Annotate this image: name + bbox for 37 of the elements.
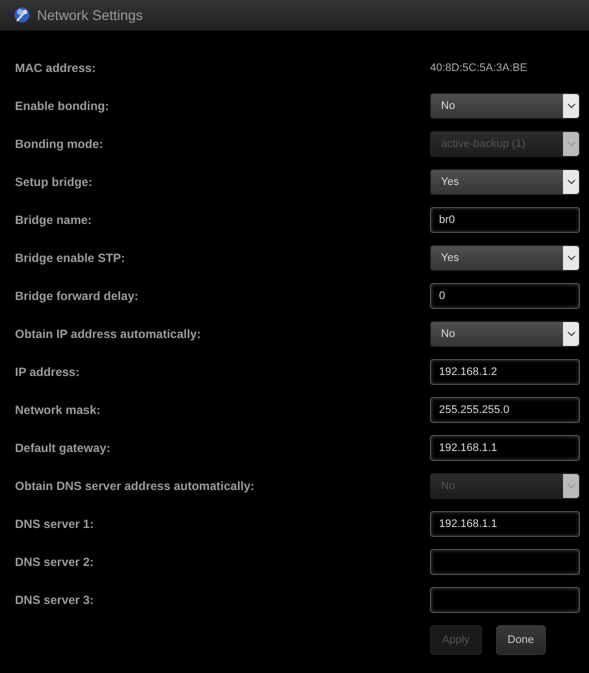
- chevron-down-icon: [566, 255, 576, 261]
- chevron-down-icon: [566, 483, 576, 489]
- settings-icon: [14, 7, 30, 23]
- field-label: DNS server 2:: [15, 554, 94, 571]
- field-label: Bridge name:: [15, 212, 92, 229]
- field-label: Bonding mode:: [15, 136, 103, 153]
- input-field[interactable]: [430, 549, 580, 575]
- field-label: Setup bridge:: [15, 174, 92, 191]
- input-field[interactable]: 192.168.1.2: [430, 359, 580, 385]
- field-label: Enable bonding:: [15, 98, 109, 115]
- input-field[interactable]: 0: [430, 283, 580, 309]
- field-label: Network mask:: [15, 402, 100, 419]
- dropdown[interactable]: No: [430, 93, 580, 119]
- input-field[interactable]: br0: [430, 207, 580, 233]
- field-label: Default gateway:: [15, 440, 110, 457]
- input-field[interactable]: [430, 587, 580, 613]
- window-title: Network Settings: [37, 6, 143, 25]
- dropdown[interactable]: No: [430, 321, 580, 347]
- field-label: DNS server 3:: [15, 592, 94, 609]
- field-label: Obtain DNS server address automatically:: [15, 478, 254, 495]
- field-label: MAC address:: [15, 60, 96, 77]
- chevron-down-icon: [566, 141, 576, 147]
- field-label: Bridge forward delay:: [15, 288, 138, 305]
- dropdown[interactable]: Yes: [430, 169, 580, 195]
- field-label: IP address:: [15, 364, 80, 381]
- dropdown[interactable]: Yes: [430, 245, 580, 271]
- input-field[interactable]: 192.168.1.1: [430, 511, 580, 537]
- mac-value: 40:8D:5C:5A:3A:BE: [430, 60, 528, 76]
- input-field[interactable]: 255.255.255.0: [430, 397, 580, 423]
- chevron-down-icon: [566, 331, 576, 337]
- field-label: DNS server 1:: [15, 516, 94, 533]
- chevron-down-icon: [566, 103, 576, 109]
- chevron-down-icon: [566, 179, 576, 185]
- field-label: Obtain IP address automatically:: [15, 326, 201, 343]
- field-label: Bridge enable STP:: [15, 250, 126, 267]
- input-field[interactable]: 192.168.1.1: [430, 435, 580, 461]
- dialog-button[interactable]: Done: [496, 625, 546, 655]
